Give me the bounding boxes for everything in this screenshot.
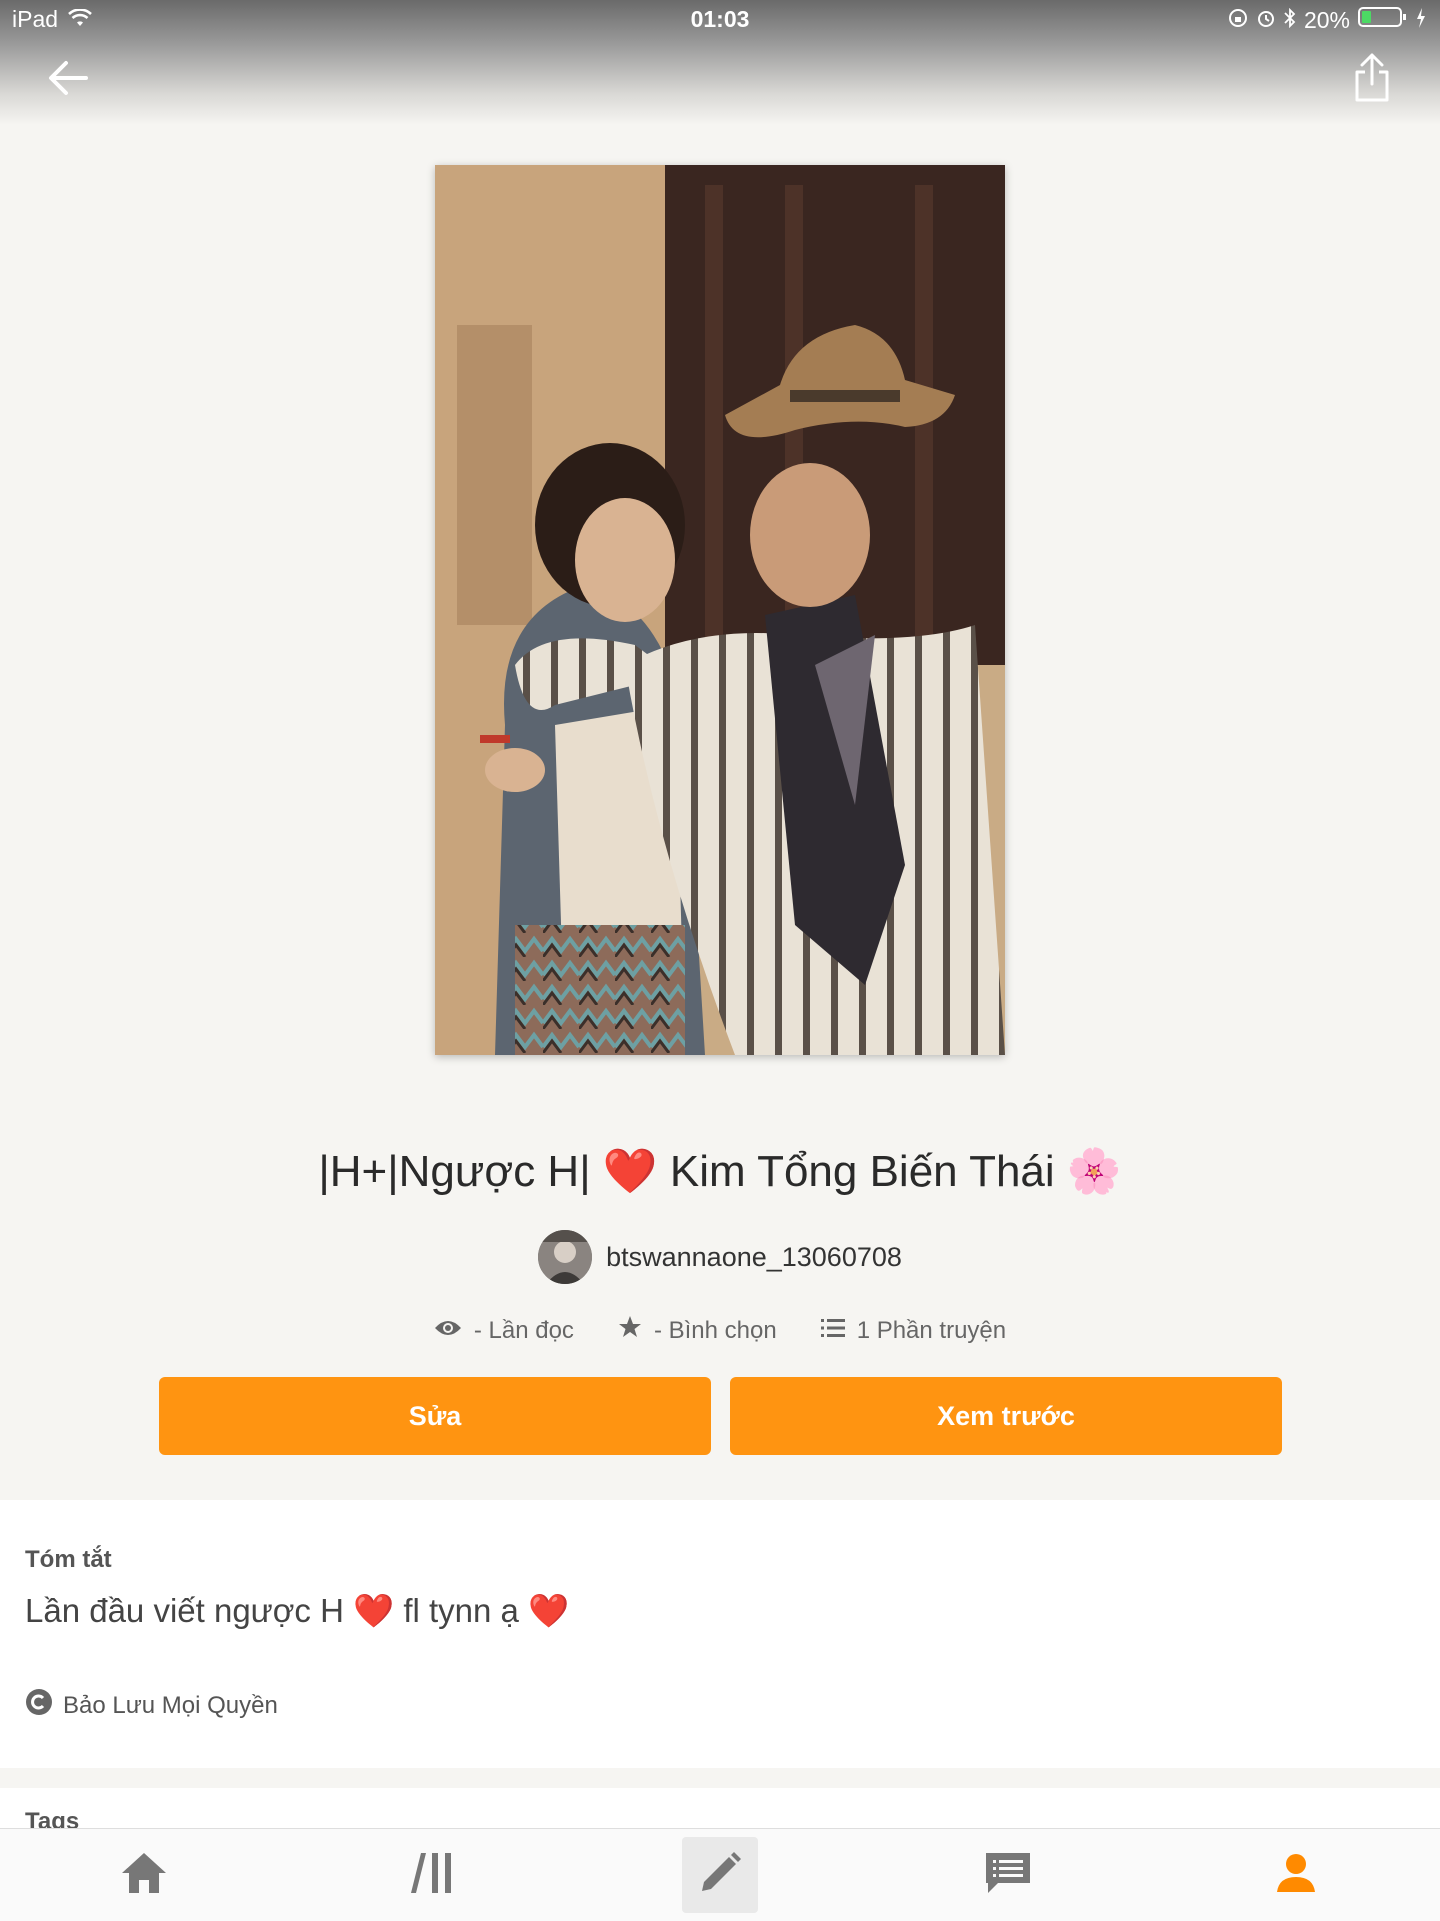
story-cover-image[interactable] [435,165,1005,1055]
summary-heading: Tóm tắt [25,1546,112,1573]
profile-icon [1275,1852,1317,1899]
clock: 01:03 [690,6,750,32]
reads-stat: - Lần đọc [434,1315,574,1346]
copyright-icon [25,1688,53,1723]
bottom-tab-bar [0,1828,1440,1921]
tab-profile[interactable] [1258,1837,1334,1913]
battery-icon [1358,6,1408,34]
arrow-left-icon [46,58,90,103]
avatar[interactable] [538,1230,593,1284]
reads-label: - Lần đọc [473,1316,574,1344]
story-title: |H+|Ngược H| ❤️ Kim Tổng Biến Thái 🌸 [318,1147,1122,1196]
votes-label: - Bình chọn [653,1316,777,1344]
copyright-row: Bảo Lưu Mọi Quyền [25,1688,278,1723]
tab-messages[interactable] [970,1837,1046,1913]
summary-text: Lần đầu viết ngược H ❤️ fl tynn ạ ❤️ [25,1592,570,1629]
parts-stat: 1 Phần truyện [820,1315,1007,1346]
list-icon [820,1317,845,1345]
alarm-icon [1256,7,1276,34]
eye-icon [434,1317,462,1345]
parts-label: 1 Phần truyện [856,1316,1007,1344]
author-name[interactable]: btswannaone_13060708 [606,1242,902,1273]
copyright-label: Bảo Lưu Mọi Quyền [63,1691,278,1719]
battery-percent: 20% [1303,6,1350,33]
tab-home[interactable] [106,1837,182,1913]
charging-icon [1416,7,1426,34]
edit-button[interactable]: Sửa [159,1377,711,1455]
pencil-icon [698,1851,742,1900]
library-icon [409,1851,455,1900]
share-icon [1352,52,1392,109]
back-button[interactable] [40,52,96,108]
lock-rotation-icon [1228,7,1248,34]
author-row[interactable]: btswannaone_13060708 [0,1230,1440,1284]
story-stats: - Lần đọc - Bình chọn 1 Phần truyện [0,1315,1440,1346]
votes-stat: - Bình chọn [618,1315,777,1346]
status-bar: iPad 01:03 20% [0,0,1440,40]
tab-write[interactable] [682,1837,758,1913]
message-icon [984,1851,1032,1900]
preview-button[interactable]: Xem trước [730,1377,1282,1455]
tab-library[interactable] [394,1837,470,1913]
share-button[interactable] [1344,50,1400,110]
bluetooth-icon [1284,7,1296,34]
star-icon [618,1315,642,1346]
home-icon [120,1851,168,1900]
summary-section: Tóm tắt Lần đầu viết ngược H ❤️ fl tynn … [0,1500,1440,1768]
